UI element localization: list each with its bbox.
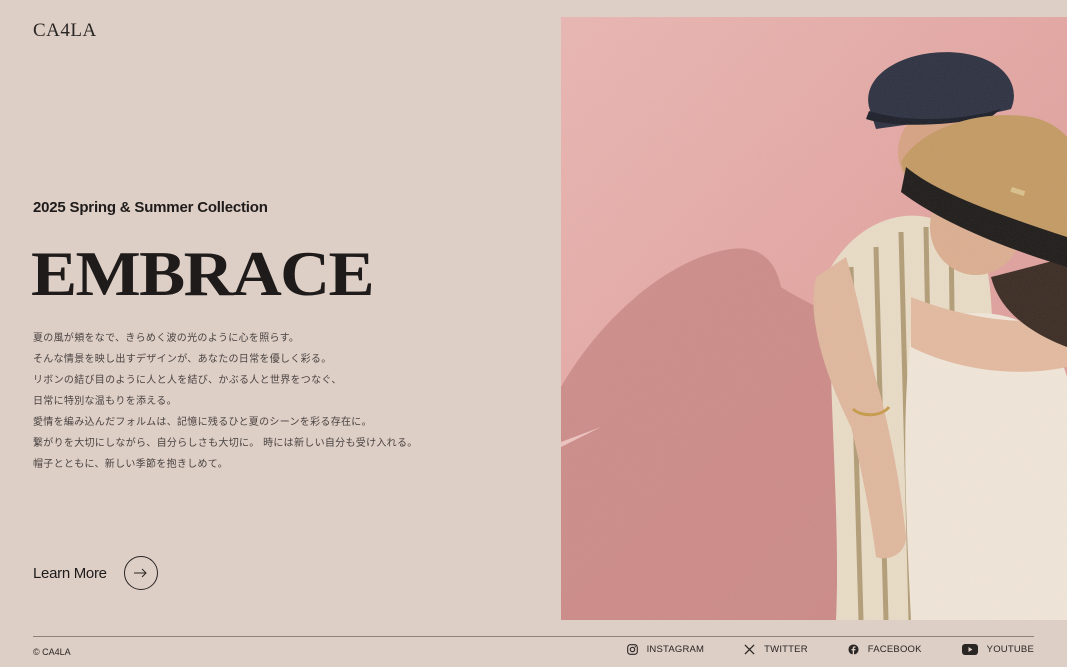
copyright: © CA4LA	[33, 647, 71, 657]
youtube-link[interactable]: YOUTUBE	[961, 644, 1034, 655]
hero-photo	[561, 17, 1067, 620]
description-line: リボンの結び目のように人と人を結び、かぶる人と世界をつなぐ、	[33, 375, 342, 386]
arrow-right-icon	[133, 568, 147, 578]
hero-description: 夏の風が頬をなで、きらめく波の光のように心を照らす。 そんな情景を映し出すデザイ…	[33, 328, 533, 475]
hero-photo-illustration	[561, 17, 1067, 620]
description-line: 繋がりを大切にしながら、自分らしさも大切に。 時には新しい自分も受け入れる。	[33, 438, 418, 449]
footer-divider	[33, 636, 1034, 637]
instagram-icon	[626, 644, 638, 655]
learn-more-button[interactable]	[123, 556, 158, 590]
hero-headline: EMBRACE	[31, 238, 375, 309]
brand-logo[interactable]: CA4LA	[33, 20, 97, 42]
description-line: 帽子とともに、新しい季節を抱きしめて。	[33, 459, 229, 470]
learn-more-label: Learn More	[33, 564, 107, 582]
youtube-label: YOUTUBE	[986, 644, 1034, 655]
social-links: INSTAGRAM TWITTER FACEBOOK YOUTUBE	[626, 644, 1034, 655]
instagram-label: INSTAGRAM	[646, 644, 705, 655]
youtube-icon	[961, 644, 978, 655]
facebook-label: FACEBOOK	[867, 644, 922, 655]
description-line: そんな情景を映し出すデザインが、あなたの日常を優しく彩る。	[33, 354, 332, 365]
description-line: 日常に特別な温もりを添える。	[33, 396, 177, 407]
collection-subtitle: 2025 Spring & Summer Collection	[33, 199, 268, 216]
description-line: 夏の風が頬をなで、きらめく波の光のように心を照らす。	[33, 333, 300, 344]
learn-more-link[interactable]: Learn More	[33, 556, 158, 590]
facebook-link[interactable]: FACEBOOK	[848, 644, 922, 655]
description-line: 愛情を編み込んだフォルムは、記憶に残るひと夏のシーンを彩る存在に。	[33, 417, 372, 428]
facebook-icon	[848, 644, 859, 655]
twitter-label: TWITTER	[764, 644, 808, 655]
instagram-link[interactable]: INSTAGRAM	[626, 644, 705, 655]
x-twitter-icon	[744, 644, 755, 655]
twitter-link[interactable]: TWITTER	[744, 644, 808, 655]
